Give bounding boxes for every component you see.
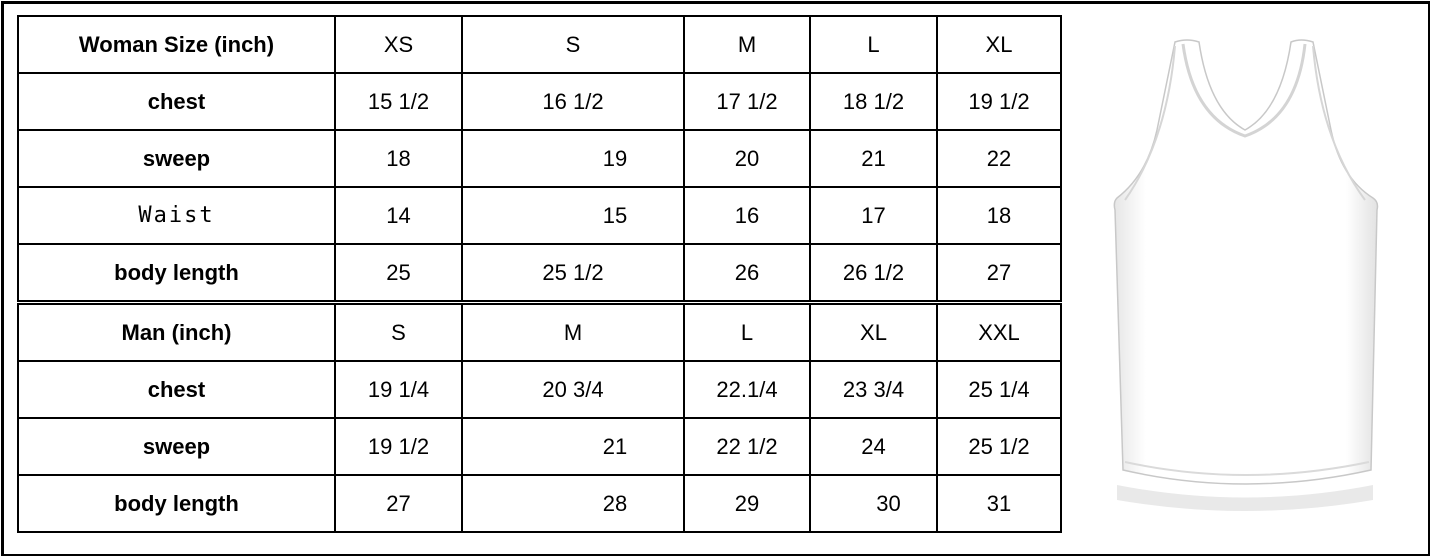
- cell: 19: [461, 129, 685, 188]
- cell: 22.1/4: [683, 360, 811, 419]
- cell: 27: [936, 243, 1062, 304]
- cell: 14: [334, 186, 463, 245]
- row-label: body length: [17, 474, 336, 533]
- size-xxl: XXL: [936, 300, 1062, 362]
- cell: 25 1/4: [936, 360, 1062, 419]
- cell: 22: [936, 129, 1062, 188]
- size-m: M: [683, 15, 811, 74]
- cell: 25 1/2: [461, 243, 685, 304]
- cell: 15: [461, 186, 685, 245]
- size-xs: XS: [334, 15, 463, 74]
- row-label: chest: [17, 360, 336, 419]
- cell: 20: [683, 129, 811, 188]
- cell: 25: [334, 243, 463, 304]
- woman-header-row: Woman Size (inch) XS S M L XL: [17, 15, 1062, 74]
- page: Woman Size (inch) XS S M L XL chest 15 1…: [0, 0, 1430, 556]
- cell: 21: [461, 417, 685, 476]
- man-size-header: Man (inch): [17, 300, 336, 362]
- cell: 24: [809, 417, 938, 476]
- row-label: body length: [17, 243, 336, 304]
- cell: 17 1/2: [683, 72, 811, 131]
- cell: 15 1/2: [334, 72, 463, 131]
- size-s: S: [334, 300, 463, 362]
- tank-top-image: [1113, 39, 1379, 511]
- woman-waist-row: Waist 14 15 16 17 18: [17, 186, 1062, 245]
- size-chart-table: Woman Size (inch) XS S M L XL chest 15 1…: [17, 15, 1062, 533]
- man-chest-row: chest 19 1/4 20 3/4 22.1/4 23 3/4 25 1/4: [17, 360, 1062, 419]
- row-label: sweep: [17, 129, 336, 188]
- cell: 18: [334, 129, 463, 188]
- woman-body-length-row: body length 25 25 1/2 26 26 1/2 27: [17, 243, 1062, 304]
- man-header-row: Man (inch) S M L XL XXL: [17, 300, 1062, 362]
- cell: 16 1/2: [461, 72, 685, 131]
- woman-size-header: Woman Size (inch): [17, 15, 336, 74]
- row-label: chest: [17, 72, 336, 131]
- cell: 30: [809, 474, 938, 533]
- size-l: L: [683, 300, 811, 362]
- row-label: sweep: [17, 417, 336, 476]
- woman-sweep-row: sweep 18 19 20 21 22: [17, 129, 1062, 188]
- man-body-length-row: body length 27 28 29 30 31: [17, 474, 1062, 533]
- size-s: S: [461, 15, 685, 74]
- cell: 31: [936, 474, 1062, 533]
- cell: 26 1/2: [809, 243, 938, 304]
- woman-chest-row: chest 15 1/2 16 1/2 17 1/2 18 1/2 19 1/2: [17, 72, 1062, 131]
- tank-top-body: [1113, 39, 1379, 485]
- cell: 18: [936, 186, 1062, 245]
- cell: 21: [809, 129, 938, 188]
- cell: 29: [683, 474, 811, 533]
- size-xl: XL: [936, 15, 1062, 74]
- cell: 20 3/4: [461, 360, 685, 419]
- cell: 18 1/2: [809, 72, 938, 131]
- cell: 25 1/2: [936, 417, 1062, 476]
- cell: 16: [683, 186, 811, 245]
- cell: 22 1/2: [683, 417, 811, 476]
- cell: 19 1/2: [334, 417, 463, 476]
- size-xl: XL: [809, 300, 938, 362]
- row-label: Waist: [17, 186, 336, 245]
- cell: 19 1/4: [334, 360, 463, 419]
- cell: 27: [334, 474, 463, 533]
- size-m: M: [461, 300, 685, 362]
- size-l: L: [809, 15, 938, 74]
- cell: 19 1/2: [936, 72, 1062, 131]
- cell: 28: [461, 474, 685, 533]
- cell: 26: [683, 243, 811, 304]
- cell: 17: [809, 186, 938, 245]
- cell: 23 3/4: [809, 360, 938, 419]
- man-sweep-row: sweep 19 1/2 21 22 1/2 24 25 1/2: [17, 417, 1062, 476]
